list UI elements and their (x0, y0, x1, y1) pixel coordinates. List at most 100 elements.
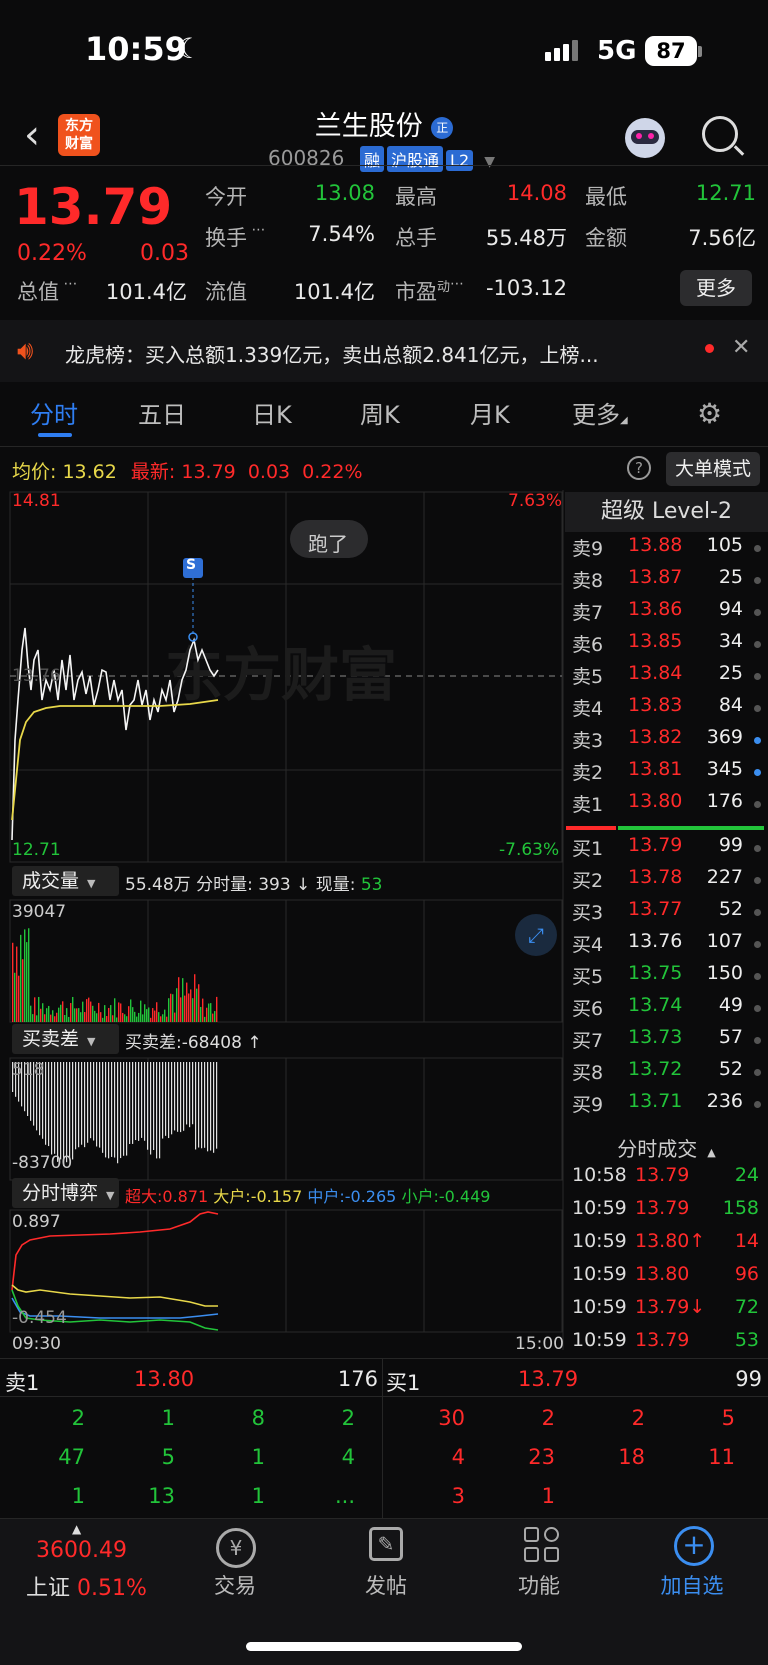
volume-bar (214, 1011, 216, 1022)
chevron-down-icon: ▼ (87, 1035, 96, 1048)
level-volume: 25 (718, 566, 743, 588)
add-watchlist-icon[interactable]: + (674, 1526, 714, 1566)
sell-level-row[interactable]: 卖1 13.80 176 (570, 790, 765, 822)
order-dot (754, 909, 761, 916)
chevron-down-icon[interactable]: ▼ (484, 154, 495, 170)
nav-function[interactable]: 功能 (479, 1570, 599, 1600)
divider (0, 165, 768, 166)
tab-daily-k[interactable]: 日K (252, 395, 292, 430)
pe-label-text: 市盈 (395, 280, 437, 304)
volume-bar (46, 1008, 48, 1022)
sell-queue-cell: ... (334, 1484, 355, 1508)
volume-bar (184, 995, 186, 1022)
buy-level-row[interactable]: 买8 13.72 52 (570, 1058, 765, 1090)
chart-top-pct: 7.63% (508, 491, 563, 511)
close-icon[interactable]: ✕ (732, 335, 750, 360)
volume-dropdown[interactable]: 成交量 ▼ (12, 866, 119, 896)
buy-queue-cell: 3 (451, 1484, 465, 1508)
buy-level-row[interactable]: 买5 13.75 150 (570, 962, 765, 994)
volume-bar (144, 1004, 146, 1022)
buy-level-row[interactable]: 买1 13.79 99 (570, 834, 765, 866)
level-volume: 52 (718, 898, 743, 920)
sell-queue-cell: 4 (341, 1445, 355, 1469)
robot-assistant-icon[interactable] (625, 118, 665, 158)
diff-dropdown[interactable]: 买卖差 ▼ (12, 1024, 119, 1054)
tab-weekly-k[interactable]: 周K (360, 395, 400, 430)
index-value[interactable]: 3600.49 (36, 1538, 127, 1563)
pe-label[interactable]: 市盈动⋯ (395, 276, 464, 306)
search-icon[interactable] (702, 116, 738, 152)
volume-bar (202, 998, 204, 1022)
trade-icon[interactable]: ¥ (216, 1528, 256, 1568)
tab-intraday[interactable]: 分时 (30, 395, 78, 430)
more-quote-button[interactable]: 更多 (680, 270, 752, 306)
zheng-badge: 正 (431, 116, 454, 139)
help-icon[interactable]: ? (627, 456, 651, 480)
diff-bar (108, 1062, 110, 1159)
sell-level-row[interactable]: 卖2 13.81 345 (570, 758, 765, 790)
post-icon[interactable]: ✎ (369, 1527, 403, 1561)
volume-bar (178, 977, 180, 1022)
volume-bar (152, 1008, 154, 1022)
level2-title[interactable]: 超级 Level-2 (565, 492, 768, 532)
level-label: 买4 (572, 934, 604, 956)
total-value-label[interactable]: 总值 ⋯ (17, 276, 77, 306)
expand-icon[interactable]: ⤢ (515, 914, 557, 956)
tab-monthly-k[interactable]: 月K (470, 395, 510, 430)
buy-level-row[interactable]: 买7 13.73 57 (570, 1026, 765, 1058)
nav-trade[interactable]: 交易 (175, 1570, 295, 1600)
volume-bar (118, 1002, 120, 1022)
buy-level-row[interactable]: 买6 13.74 49 (570, 994, 765, 1026)
tab-five-day[interactable]: 五日 (138, 395, 186, 430)
level-price: 13.73 (628, 1026, 683, 1048)
home-indicator[interactable] (246, 1642, 522, 1651)
sell-level-row[interactable]: 卖4 13.83 84 (570, 694, 765, 726)
level-label: 买6 (572, 998, 604, 1020)
nav-add-watchlist[interactable]: 加自选 (632, 1570, 752, 1600)
sell-level-row[interactable]: 卖5 13.84 25 (570, 662, 765, 694)
trades-title[interactable]: 分时成交 ▲ (565, 1133, 768, 1162)
big-order-mode-button[interactable]: 大单模式 (666, 452, 760, 486)
buy-queue-cell: 4 (451, 1445, 465, 1469)
order-dot (754, 1005, 761, 1012)
trade-row: 10:59 13.79 53 (570, 1329, 765, 1361)
buy-level-row[interactable]: 买2 13.78 227 (570, 866, 765, 898)
sell-level-row[interactable]: 卖3 13.82 369 (570, 726, 765, 758)
divider (0, 446, 768, 447)
buy-level-row[interactable]: 买3 13.77 52 (570, 898, 765, 930)
level-volume: 105 (706, 534, 743, 556)
game-dropdown[interactable]: 分时博弈 ▼ (12, 1178, 119, 1208)
stock-tags: 融沪股通 L2 ▼ (357, 146, 495, 172)
volume-bar (86, 999, 88, 1022)
volume-bar (28, 928, 30, 1022)
volume-bar (170, 993, 172, 1022)
function-icon[interactable] (524, 1527, 560, 1563)
volume-bar (134, 1011, 136, 1022)
turnover-label[interactable]: 换手 ⋯ (205, 222, 265, 252)
sell-level-row[interactable]: 卖7 13.86 94 (570, 598, 765, 630)
order-dot (754, 609, 761, 616)
trade-volume: 24 (734, 1164, 759, 1186)
intraday-charts[interactable]: 东方财富 (0, 490, 565, 1350)
sell-level-row[interactable]: 卖6 13.85 34 (570, 630, 765, 662)
sell-level-row[interactable]: 卖9 13.88 105 (570, 534, 765, 566)
level-label: 卖3 (572, 730, 604, 752)
avg-price: 13.62 (62, 461, 117, 483)
stock-code: 600826 (268, 146, 345, 170)
gear-icon[interactable]: ⚙ (697, 397, 722, 430)
tab-more-label: 更多 (572, 401, 620, 429)
volume-bar (190, 989, 192, 1022)
diff-chart (9, 1057, 563, 1181)
volume-bar (154, 1010, 156, 1022)
volume-label: 总手 (395, 226, 437, 250)
buy-level-row[interactable]: 买9 13.71 236 (570, 1090, 765, 1122)
banner-text[interactable]: 龙虎榜：买入总额1.339亿元，卖出总额2.841亿元，上榜... (65, 339, 685, 368)
volume-bar (216, 996, 218, 1022)
diff-bar (66, 1062, 68, 1163)
diff-bar (165, 1062, 167, 1136)
sell-level-row[interactable]: 卖8 13.87 25 (570, 566, 765, 598)
nav-post[interactable]: 发帖 (326, 1570, 446, 1600)
buy-level-row[interactable]: 买4 13.76 107 (570, 930, 765, 962)
index-info[interactable]: 上证 0.51% (26, 1570, 147, 1602)
tab-more[interactable]: 更多◢ (572, 395, 628, 430)
